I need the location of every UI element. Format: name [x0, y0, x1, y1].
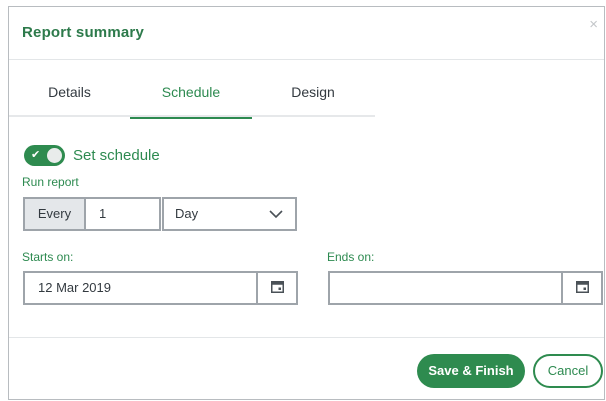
- starts-on-input[interactable]: 12 Mar 2019: [25, 273, 256, 303]
- chevron-down-icon: [269, 210, 283, 219]
- close-icon[interactable]: ×: [589, 17, 598, 33]
- tab-bar: Details Schedule Design: [9, 76, 375, 119]
- interval-input[interactable]: 1: [84, 197, 161, 231]
- every-label: Every: [23, 197, 84, 231]
- tab-details[interactable]: Details: [9, 76, 130, 117]
- period-select[interactable]: Day: [162, 197, 297, 231]
- ends-on-input[interactable]: [330, 273, 561, 303]
- dialog-header: Report summary ×: [9, 7, 604, 60]
- ends-on-calendar-button[interactable]: [561, 273, 601, 303]
- calendar-icon: [576, 281, 589, 293]
- tab-design[interactable]: Design: [252, 76, 374, 117]
- set-schedule-toggle[interactable]: ✔: [24, 144, 65, 166]
- save-finish-button[interactable]: Save & Finish: [417, 354, 525, 388]
- toggle-knob: [47, 147, 62, 163]
- dialog-title: Report summary: [22, 24, 145, 41]
- starts-on-calendar-button[interactable]: [256, 273, 296, 303]
- run-report-label: Run report: [22, 175, 79, 189]
- ends-on-field: [328, 271, 603, 305]
- starts-on-field: 12 Mar 2019: [23, 271, 298, 305]
- set-schedule-row: ✔ Set schedule: [24, 144, 160, 166]
- report-summary-dialog: Report summary × Details Schedule Design…: [8, 6, 605, 400]
- ends-on-label: Ends on:: [327, 250, 375, 264]
- footer-divider: [9, 337, 604, 338]
- cancel-button[interactable]: Cancel: [533, 354, 603, 388]
- starts-on-label: Starts on:: [22, 250, 74, 264]
- tab-schedule[interactable]: Schedule: [130, 76, 252, 119]
- set-schedule-label: Set schedule: [73, 146, 160, 164]
- calendar-icon: [271, 281, 284, 293]
- check-icon: ✔: [31, 148, 41, 161]
- period-select-value: Day: [175, 206, 199, 221]
